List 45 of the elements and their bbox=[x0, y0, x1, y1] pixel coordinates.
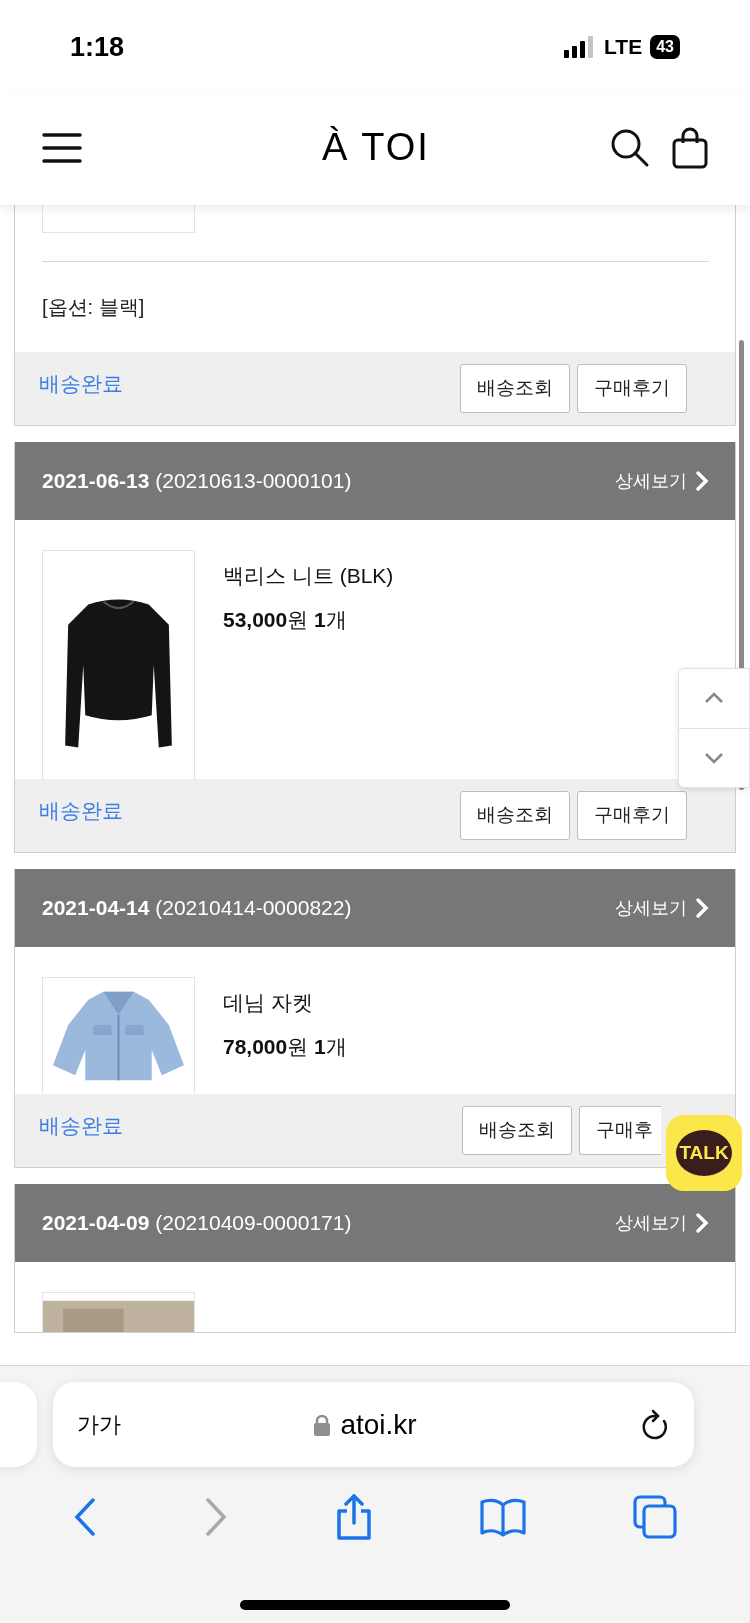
chat-button[interactable]: TALK bbox=[666, 1115, 742, 1191]
order-date: 2021-04-14 (20210414-0000822) bbox=[42, 895, 352, 922]
delivery-status: 배송완료 bbox=[39, 370, 123, 397]
track-delivery-button[interactable]: 배송조회 bbox=[460, 791, 570, 840]
status-time: 1:18 bbox=[70, 30, 125, 64]
detail-link[interactable]: 상세보기 bbox=[615, 1209, 709, 1237]
review-button[interactable]: 구매후기 bbox=[577, 364, 687, 413]
store-logo[interactable]: À TOI bbox=[322, 119, 430, 176]
product-name[interactable]: 백리스 니트 (BLK) bbox=[223, 560, 394, 592]
bookmarks-icon[interactable] bbox=[479, 1497, 526, 1537]
address-bar[interactable]: 가가 atoi.kr bbox=[53, 1382, 694, 1467]
review-button[interactable]: 구매후 bbox=[579, 1106, 661, 1155]
battery-icon: 43 bbox=[650, 35, 680, 59]
option-text: [옵션: 블랙] bbox=[42, 295, 146, 320]
review-button[interactable]: 구매후기 bbox=[577, 791, 687, 840]
order-date: 2021-06-13 (20210613-0000101) bbox=[42, 468, 352, 495]
back-icon[interactable] bbox=[73, 1497, 98, 1537]
forward-icon[interactable] bbox=[204, 1497, 229, 1537]
network-label: LTE bbox=[604, 34, 643, 61]
home-indicator-icon bbox=[240, 1600, 510, 1610]
search-icon[interactable] bbox=[610, 127, 650, 168]
shopping-bag-icon[interactable] bbox=[672, 126, 708, 169]
chevron-up-icon bbox=[704, 692, 724, 705]
delivery-status: 배송완료 bbox=[39, 1112, 123, 1139]
share-icon[interactable] bbox=[335, 1494, 373, 1540]
text-size-button[interactable]: 가가 bbox=[77, 1408, 121, 1441]
chevron-right-icon bbox=[695, 470, 709, 492]
chevron-down-icon bbox=[704, 751, 724, 764]
chevron-right-icon bbox=[695, 897, 709, 919]
product-price: 78,000원 1개 bbox=[223, 1033, 347, 1060]
track-delivery-button[interactable]: 배송조회 bbox=[460, 364, 570, 413]
lock-icon bbox=[314, 1413, 331, 1436]
menu-icon[interactable] bbox=[42, 131, 82, 164]
chat-bubble-label: TALK bbox=[676, 1130, 732, 1176]
detail-link[interactable]: 상세보기 bbox=[615, 894, 709, 922]
chevron-right-icon bbox=[695, 1212, 709, 1234]
product-name[interactable]: 데님 자켓 bbox=[223, 987, 347, 1019]
order-date: 2021-04-09 (20210409-0000171) bbox=[42, 1210, 352, 1237]
detail-link[interactable]: 상세보기 bbox=[615, 467, 709, 495]
delivery-status: 배송완료 bbox=[39, 797, 123, 824]
url-text: atoi.kr bbox=[340, 1407, 417, 1442]
product-price: 53,000원 1개 bbox=[223, 606, 348, 633]
tabs-icon[interactable] bbox=[632, 1495, 677, 1539]
track-delivery-button[interactable]: 배송조회 bbox=[462, 1106, 572, 1155]
reload-icon[interactable] bbox=[640, 1408, 670, 1441]
